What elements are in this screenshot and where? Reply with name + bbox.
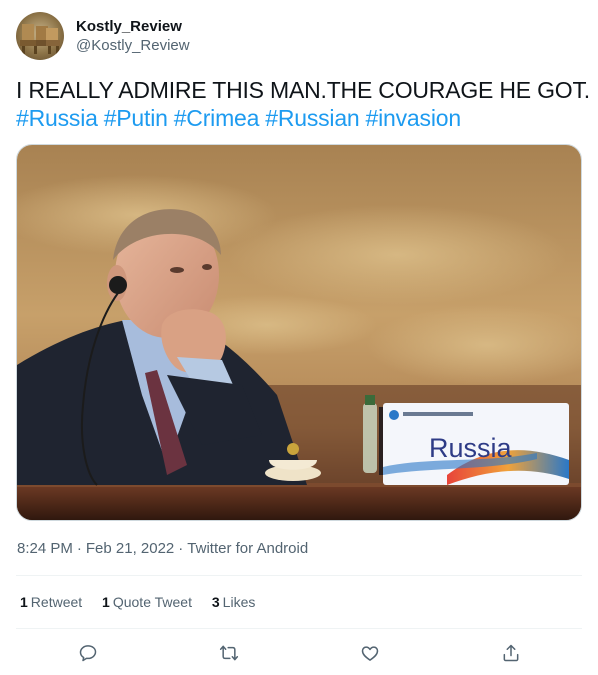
retweet-button[interactable] <box>217 641 241 665</box>
tweet-header: Kostly_Review @Kostly_Review <box>16 12 190 60</box>
like-count: 3 <box>211 594 220 610</box>
like-button[interactable] <box>358 641 382 665</box>
like-icon <box>361 646 379 661</box>
user-names: Kostly_Review @Kostly_Review <box>76 17 190 55</box>
meta-separator: · <box>178 540 184 557</box>
hashtag-link[interactable]: #invasion <box>366 105 462 131</box>
avatar[interactable] <box>16 12 64 60</box>
hashtag-link[interactable]: #Crimea <box>174 105 260 131</box>
tweet-photo[interactable]: Russia <box>16 144 582 521</box>
retweet-count: 1 <box>20 594 28 610</box>
user-handle[interactable]: @Kostly_Review <box>76 36 190 55</box>
tweet-text: I REALLY ADMIRE THIS MAN.THE COURAGE HE … <box>16 76 590 132</box>
like-label: Likes <box>222 594 256 610</box>
placard-label: Russia <box>429 433 512 463</box>
quote-tweet-count: 1 <box>102 594 110 610</box>
avatar-chairs-image <box>20 24 60 54</box>
hashtag-list: #Russia #Putin #Crimea #Russian #invasion <box>16 104 582 132</box>
display-name[interactable]: Kostly_Review <box>76 17 190 36</box>
retweet-icon <box>219 645 239 661</box>
quote-tweet-stat[interactable]: 1 Quote Tweet <box>102 594 192 610</box>
hashtag-link[interactable]: #Putin <box>104 105 168 131</box>
tweet-date[interactable]: Feb 21, 2022 <box>86 540 174 557</box>
tweet-meta: 8:24 PM · Feb 21, 2022 · Twitter for Android <box>17 540 308 557</box>
divider <box>16 575 582 576</box>
retweet-label: Retweet <box>30 594 83 610</box>
hashtag-link[interactable]: #Russia <box>16 105 98 131</box>
meta-separator: · <box>76 540 82 557</box>
tweet-time[interactable]: 8:24 PM <box>17 540 73 557</box>
retweet-stat[interactable]: 1 Retweet <box>20 594 82 610</box>
reply-icon <box>79 645 97 662</box>
like-stat[interactable]: 3 Likes <box>212 594 255 610</box>
hashtag-link[interactable]: #Russian <box>265 105 359 131</box>
action-bar <box>0 637 598 669</box>
reply-button[interactable] <box>76 641 100 665</box>
divider <box>16 628 582 629</box>
tweet-body: I REALLY ADMIRE THIS MAN.THE COURAGE HE … <box>16 77 590 103</box>
share-icon <box>503 644 519 662</box>
quote-tweet-label: Quote Tweet <box>112 594 192 610</box>
photo-illustration <box>17 145 581 520</box>
share-button[interactable] <box>499 641 523 665</box>
tweet-source[interactable]: Twitter for Android <box>187 540 308 557</box>
engagement-stats: 1 Retweet 1 Quote Tweet 3 Likes <box>20 594 271 610</box>
